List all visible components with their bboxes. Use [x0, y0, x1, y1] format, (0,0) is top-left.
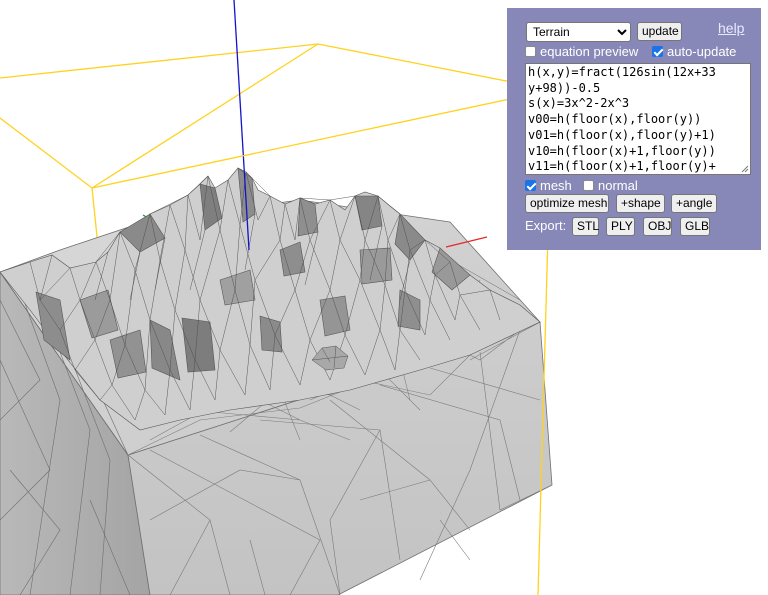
equation-preview-toggle[interactable]: equation preview [525, 44, 638, 59]
equation-preview-checkbox[interactable] [525, 46, 536, 57]
normal-checkbox[interactable] [583, 180, 594, 191]
export-glb-button[interactable]: GLB [680, 217, 710, 236]
add-angle-button[interactable]: +angle [671, 194, 717, 213]
control-panel: Terrain update help equation preview aut… [507, 8, 761, 250]
equation-line: v10=h(floor(x)+1,floor(y)) [528, 143, 716, 158]
resize-grip-icon[interactable] [740, 164, 749, 173]
equation-line: v01=h(floor(x),floor(y)+1) [528, 127, 716, 142]
equation-line: v00=h(floor(x),floor(y)) [528, 112, 702, 127]
help-link[interactable]: help [718, 20, 744, 36]
mesh-label: mesh [540, 178, 572, 193]
auto-update-label: auto-update [667, 44, 737, 59]
auto-update-checkbox[interactable] [652, 46, 663, 57]
export-stl-button[interactable]: STL [572, 217, 599, 236]
mesh-checkbox[interactable] [525, 180, 536, 191]
normal-label: normal [598, 178, 638, 193]
equation-editor[interactable]: h(x,y)=fract(126sin(12x+33 y+98))-0.5 s(… [525, 63, 751, 175]
preset-select[interactable]: Terrain [526, 22, 631, 42]
equation-line: v11=h(floor(x)+1,floor(y)+ [528, 159, 716, 174]
add-shape-button[interactable]: +shape [616, 194, 665, 213]
optimize-mesh-button[interactable]: optimize mesh [525, 194, 609, 213]
equation-line: s(x)=3x^2-2x^3 [528, 96, 630, 111]
equation-line: y+98))-0.5 [528, 80, 601, 95]
export-label: Export: [525, 218, 567, 233]
mesh-toggle[interactable]: mesh [525, 178, 572, 193]
equation-preview-label: equation preview [540, 44, 639, 59]
export-ply-button[interactable]: PLY [606, 217, 635, 236]
normal-toggle[interactable]: normal [583, 178, 638, 193]
update-button[interactable]: update [637, 22, 682, 41]
export-obj-button[interactable]: OBJ [643, 217, 672, 236]
equation-line: h(x,y)=fract(126sin(12x+33 [528, 65, 716, 79]
auto-update-toggle[interactable]: auto-update [652, 44, 736, 59]
